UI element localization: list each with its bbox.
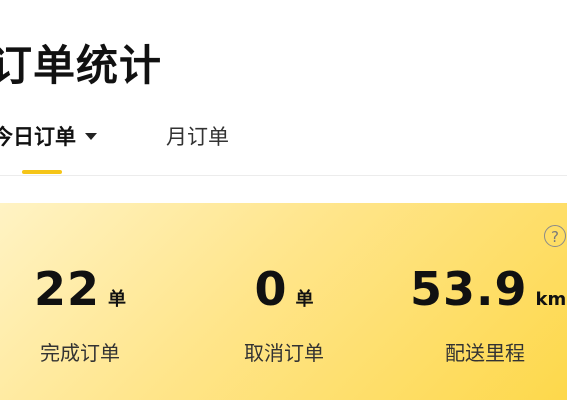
completed-orders-value: 22 xyxy=(33,262,100,316)
tab-month-orders[interactable]: 月订单 xyxy=(166,122,229,152)
stat-cancelled-orders: 0单 取消订单 xyxy=(234,261,334,368)
cancelled-orders-value: 0 xyxy=(254,262,288,316)
stats-card: ? 22 单 完成订单 0单 取消订单 53.9 km 配送里程 xyxy=(0,203,567,400)
cancelled-orders-unit: 单 xyxy=(295,289,314,310)
caret-down-icon[interactable] xyxy=(85,132,97,140)
delivery-distance-label: 配送里程 xyxy=(445,341,525,365)
divider xyxy=(0,175,567,176)
stat-delivery-distance: 53.9 km 配送里程 xyxy=(410,261,566,368)
stat-completed-orders: 22 单 完成订单 xyxy=(30,261,130,368)
tab-bar: 今日订单 月订单 xyxy=(0,110,567,176)
tab-today-orders[interactable]: 今日订单 xyxy=(0,122,97,152)
order-stats-page: 订单统计 今日订单 月订单 ? 22 单 完成订单 0单 取消订单 53.9 km xyxy=(0,0,567,400)
active-tab-indicator xyxy=(22,170,62,174)
completed-orders-unit: 单 xyxy=(108,289,126,310)
cancelled-orders-label: 取消订单 xyxy=(244,341,324,365)
completed-orders-label: 完成订单 xyxy=(40,341,120,365)
delivery-distance-unit: km xyxy=(535,289,567,310)
delivery-distance-value: 53.9 xyxy=(410,262,528,316)
question-circle-icon[interactable]: ? xyxy=(544,225,566,247)
tab-month-orders-label: 月订单 xyxy=(166,125,229,149)
page-title: 订单统计 xyxy=(0,41,163,90)
tab-today-orders-label: 今日订单 xyxy=(0,125,76,149)
